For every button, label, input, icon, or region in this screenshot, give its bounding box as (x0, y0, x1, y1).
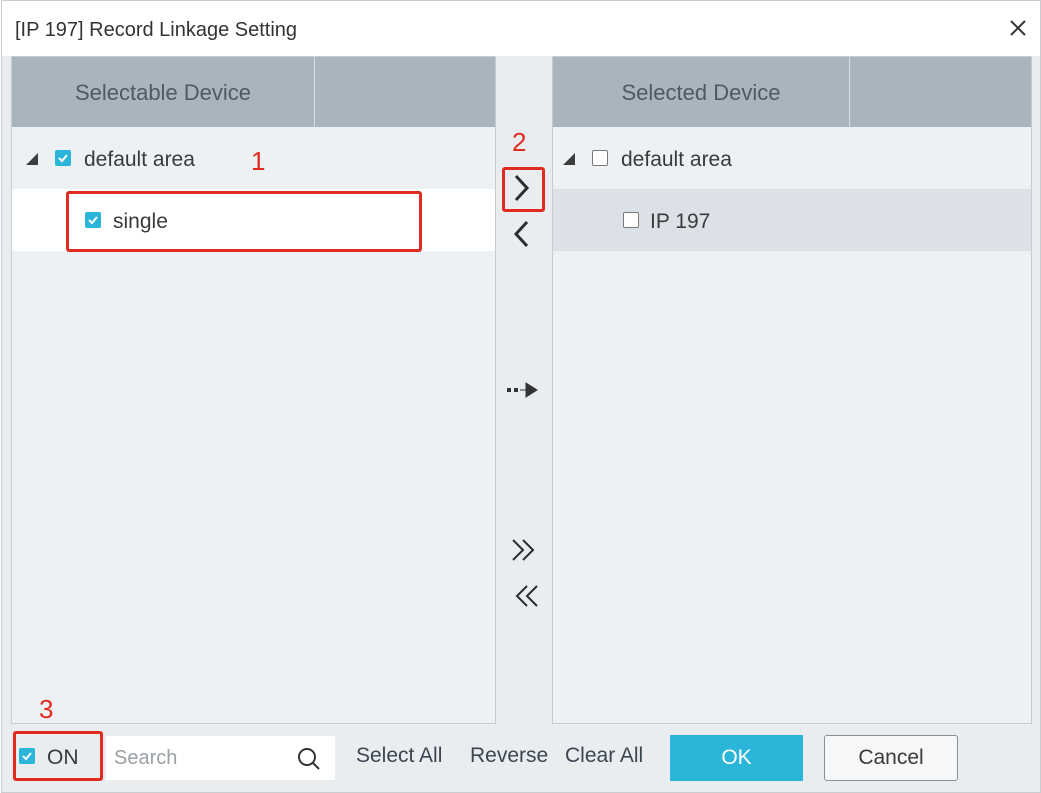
collapse-triangle-icon[interactable] (563, 153, 575, 165)
on-label: ON (47, 746, 79, 769)
default-area-checkbox[interactable] (592, 150, 608, 166)
chevron-left-icon (513, 220, 529, 248)
ok-button[interactable]: OK (670, 735, 803, 781)
annotation-number-2: 2 (512, 127, 527, 157)
add-linked-button[interactable] (505, 378, 541, 402)
tree-item-ip-197[interactable]: IP 197 (553, 189, 1031, 251)
search-input[interactable] (114, 744, 294, 772)
selected-device-title: Selected Device (621, 80, 781, 105)
tree-item-single[interactable]: single (12, 189, 495, 251)
tree-item-label: default area (84, 148, 195, 171)
header-divider (314, 57, 315, 127)
add-all-button[interactable] (508, 535, 542, 565)
on-toggle[interactable]: ON (14, 734, 100, 780)
title-bar: [IP 197] Record Linkage Setting (2, 1, 1040, 56)
tree-item-default-area[interactable]: default area (553, 127, 1031, 189)
double-chevron-right-icon (512, 539, 535, 561)
tree-item-label: default area (621, 148, 732, 171)
on-checkbox[interactable] (19, 748, 35, 764)
selectable-device-title: Selectable Device (74, 80, 252, 105)
close-icon[interactable] (1004, 14, 1032, 42)
cancel-button[interactable]: Cancel (824, 735, 958, 781)
dialog-title: [IP 197] Record Linkage Setting (15, 19, 298, 41)
dashed-arrow-right-icon (507, 382, 538, 398)
reverse-button[interactable]: Reverse (470, 744, 548, 768)
selectable-device-header: Selectable Device (12, 57, 495, 127)
select-all-button[interactable]: Select All (356, 744, 442, 768)
search-icon[interactable] (296, 746, 322, 772)
remove-selected-button[interactable] (510, 218, 534, 250)
clear-all-button[interactable]: Clear All (565, 744, 643, 768)
add-selected-button[interactable] (510, 172, 534, 204)
default-area-checkbox[interactable] (55, 150, 71, 166)
record-linkage-dialog: [IP 197] Record Linkage Setting Selectab… (1, 0, 1041, 793)
search-box (106, 736, 335, 780)
tree-item-label: single (113, 210, 168, 233)
single-checkbox[interactable] (85, 212, 101, 228)
tree-item-label: IP 197 (650, 210, 711, 233)
chevron-right-icon (514, 174, 530, 202)
ip-197-checkbox[interactable] (623, 212, 639, 228)
remove-all-button[interactable] (508, 581, 542, 611)
annotation-number-3: 3 (39, 694, 54, 724)
header-divider (849, 57, 850, 127)
collapse-triangle-icon[interactable] (26, 153, 38, 165)
double-chevron-left-icon (515, 585, 538, 607)
annotation-number-1: 1 (251, 146, 266, 176)
selected-device-header: Selected Device (553, 57, 1031, 127)
selected-device-panel: Selected Device default area IP 197 (552, 56, 1032, 724)
